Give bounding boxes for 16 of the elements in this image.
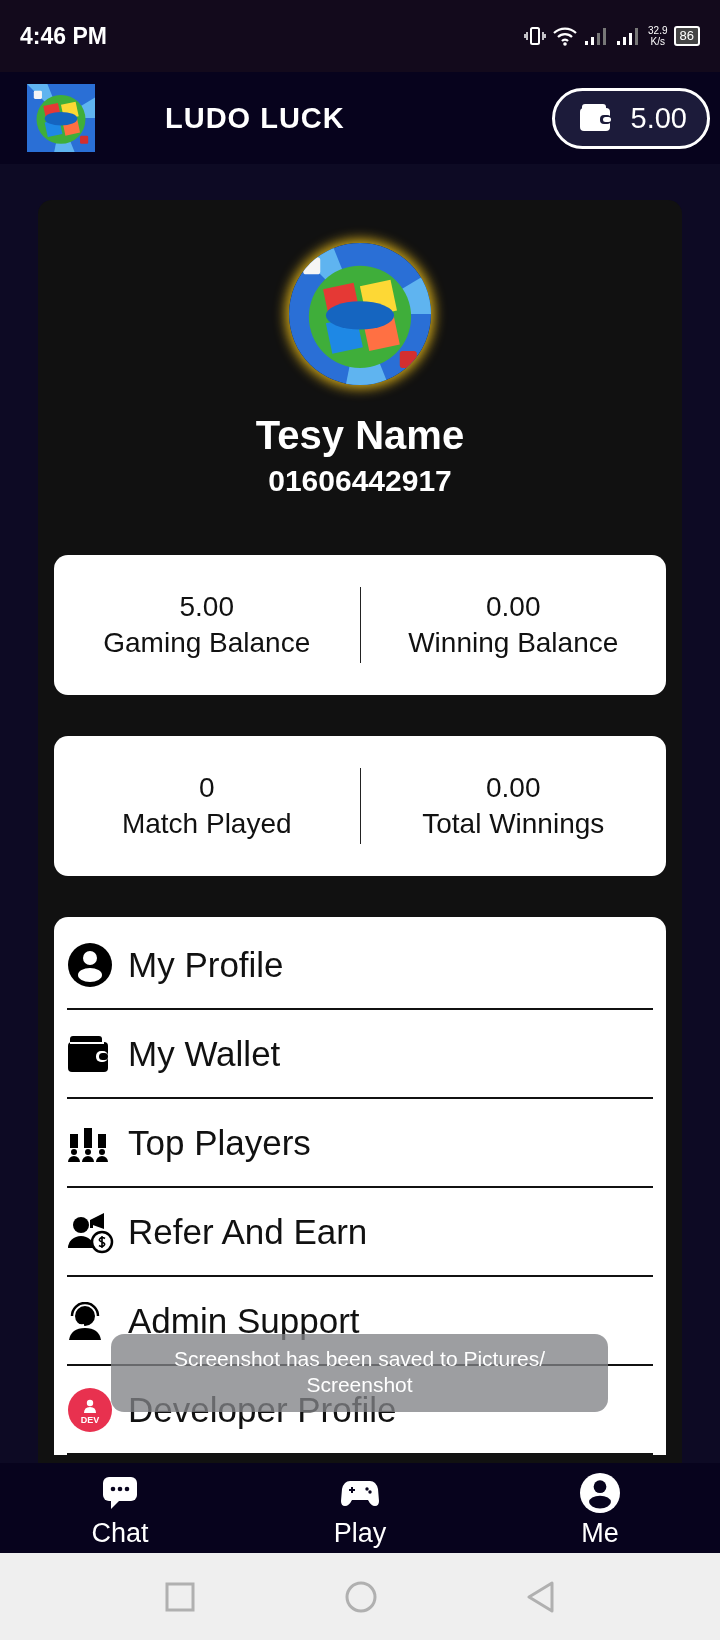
- network-speed: 32.9: [648, 25, 668, 36]
- stat-label: Total Winnings: [422, 807, 605, 841]
- developer-badge: DEV: [68, 1387, 112, 1432]
- stat-label: Match Played: [121, 807, 292, 841]
- stat-value: 0.00: [486, 590, 541, 624]
- user-name: Tesy Name: [255, 412, 465, 459]
- app-title: LUDO LUCK: [165, 101, 346, 135]
- stat-label: Gaming Balance: [103, 626, 311, 660]
- phone-number: 01606442917: [268, 463, 452, 499]
- stat-value: 0.00: [486, 771, 541, 805]
- speed-unit: K/s: [650, 36, 665, 47]
- stat-value: 5.00: [179, 590, 234, 624]
- clock: 4:46 PM: [20, 22, 107, 50]
- battery-indicator: 86: [673, 26, 700, 46]
- stat-value: 0: [198, 771, 215, 805]
- stat-label: Winning Balance: [408, 626, 619, 660]
